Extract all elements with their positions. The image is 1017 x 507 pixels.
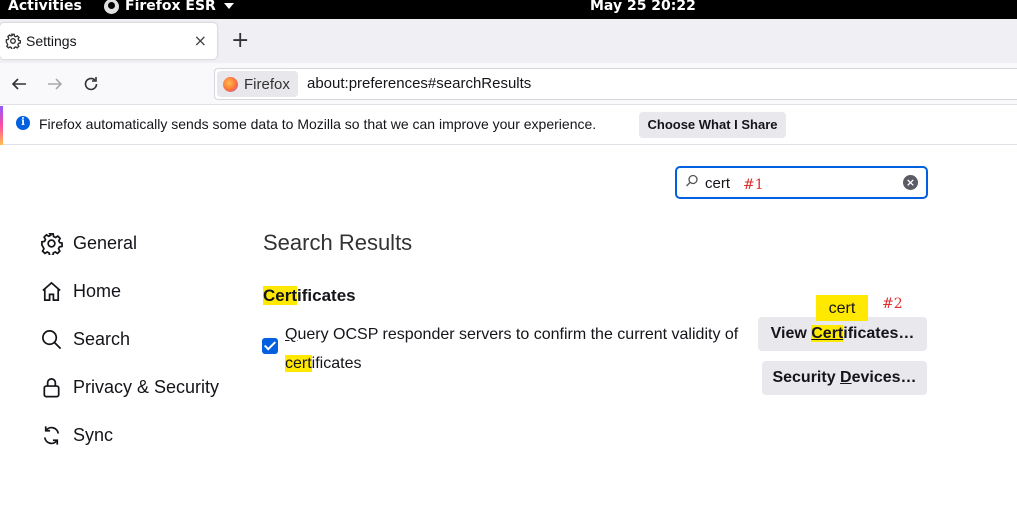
button-text-post: ificates… — [843, 325, 915, 342]
search-highlight: Cert — [811, 325, 844, 342]
search-icon — [686, 174, 698, 187]
reload-button[interactable] — [80, 73, 102, 95]
ocsp-text-2: ificates — [311, 355, 362, 372]
lock-icon — [43, 377, 60, 397]
search-highlight: cert — [285, 355, 312, 372]
tab-strip: Settings × + — [0, 19, 1017, 63]
new-tab-button[interactable]: + — [231, 27, 249, 55]
sidebar-item-sync[interactable]: Sync — [40, 420, 113, 450]
app-name: Firefox ESR — [125, 0, 216, 14]
search-input[interactable]: cert — [705, 175, 730, 192]
navigation-toolbar: Firefox about:preferences#searchResults — [0, 63, 1017, 105]
back-button[interactable] — [8, 73, 30, 95]
url-text[interactable]: about:preferences#searchResults — [307, 75, 531, 92]
firefox-icon — [104, 0, 119, 14]
arrow-left-icon — [11, 78, 26, 90]
info-icon: i — [16, 116, 30, 130]
settings-search-field[interactable]: cert × — [675, 166, 928, 199]
firefox-logo-icon — [223, 76, 238, 92]
caret-down-icon — [223, 3, 234, 9]
group-title-rest: ificates — [297, 286, 356, 305]
home-icon — [42, 281, 61, 301]
sidebar-item-label: General — [73, 232, 138, 253]
view-certificates-button[interactable]: View Certificates… — [758, 317, 927, 351]
forward-button[interactable] — [44, 73, 66, 95]
sidebar-item-search[interactable]: Search — [40, 324, 130, 354]
activities-button[interactable]: Activities — [8, 0, 82, 14]
ocsp-text-1: uery OCSP responder servers to confirm t… — [297, 326, 739, 343]
search-highlight: Cert — [263, 286, 298, 305]
system-top-bar: Activities Firefox ESR May 25 20:22 — [0, 0, 1017, 19]
arrow-right-icon — [48, 78, 63, 90]
sidebar-item-label: Home — [73, 280, 122, 301]
security-devices-button[interactable]: Security Devices… — [762, 361, 927, 395]
sync-icon — [43, 425, 60, 445]
clear-search-icon[interactable]: × — [903, 175, 918, 190]
sidebar-item-label: Privacy & Security — [73, 376, 220, 397]
annotation-marker-2: #2 — [882, 296, 903, 312]
close-tab-icon[interactable]: × — [194, 31, 207, 50]
sidebar-item-general[interactable]: General — [40, 228, 137, 258]
ocsp-checkbox[interactable] — [262, 338, 278, 354]
choose-what-i-share-button[interactable]: Choose What I Share — [639, 112, 786, 138]
clock[interactable]: May 25 20:22 — [590, 0, 696, 14]
identity-label: Firefox — [244, 75, 290, 93]
gear-icon — [5, 33, 21, 49]
sidebar-item-label: Sync — [73, 424, 114, 445]
data-collection-notification: i Firefox automatically sends some data … — [0, 106, 1017, 145]
tab-settings[interactable]: Settings × — [0, 23, 217, 59]
gear-icon — [41, 232, 63, 255]
notification-message: Firefox automatically sends some data to… — [39, 116, 597, 132]
button-text-pre: Security — [772, 369, 841, 386]
button-text-pre: View — [770, 325, 812, 342]
access-key: Q — [285, 326, 298, 343]
identity-box[interactable]: Firefox — [217, 71, 298, 97]
url-bar[interactable]: Firefox about:preferences#searchResults — [214, 68, 1017, 100]
sidebar-item-label: Search — [73, 328, 131, 349]
sidebar-item-privacy-security[interactable]: Privacy & Security — [40, 372, 219, 402]
notification-accent-stripe — [0, 106, 3, 145]
access-key: D — [840, 369, 852, 386]
reload-icon — [84, 77, 98, 91]
button-text-post: evices… — [851, 369, 917, 386]
certificates-group-title: Certificates — [263, 286, 356, 306]
page-title: Search Results — [263, 230, 413, 255]
tab-title: Settings — [26, 33, 77, 49]
annotation-marker-1: #1 — [743, 177, 764, 193]
search-match-tooltip: cert — [816, 295, 868, 321]
app-menu[interactable]: Firefox ESR — [104, 0, 234, 14]
search-icon — [42, 329, 62, 349]
ocsp-checkbox-label[interactable]: Query OCSP responder servers to confirm … — [285, 320, 755, 378]
sidebar-item-home[interactable]: Home — [40, 276, 121, 306]
